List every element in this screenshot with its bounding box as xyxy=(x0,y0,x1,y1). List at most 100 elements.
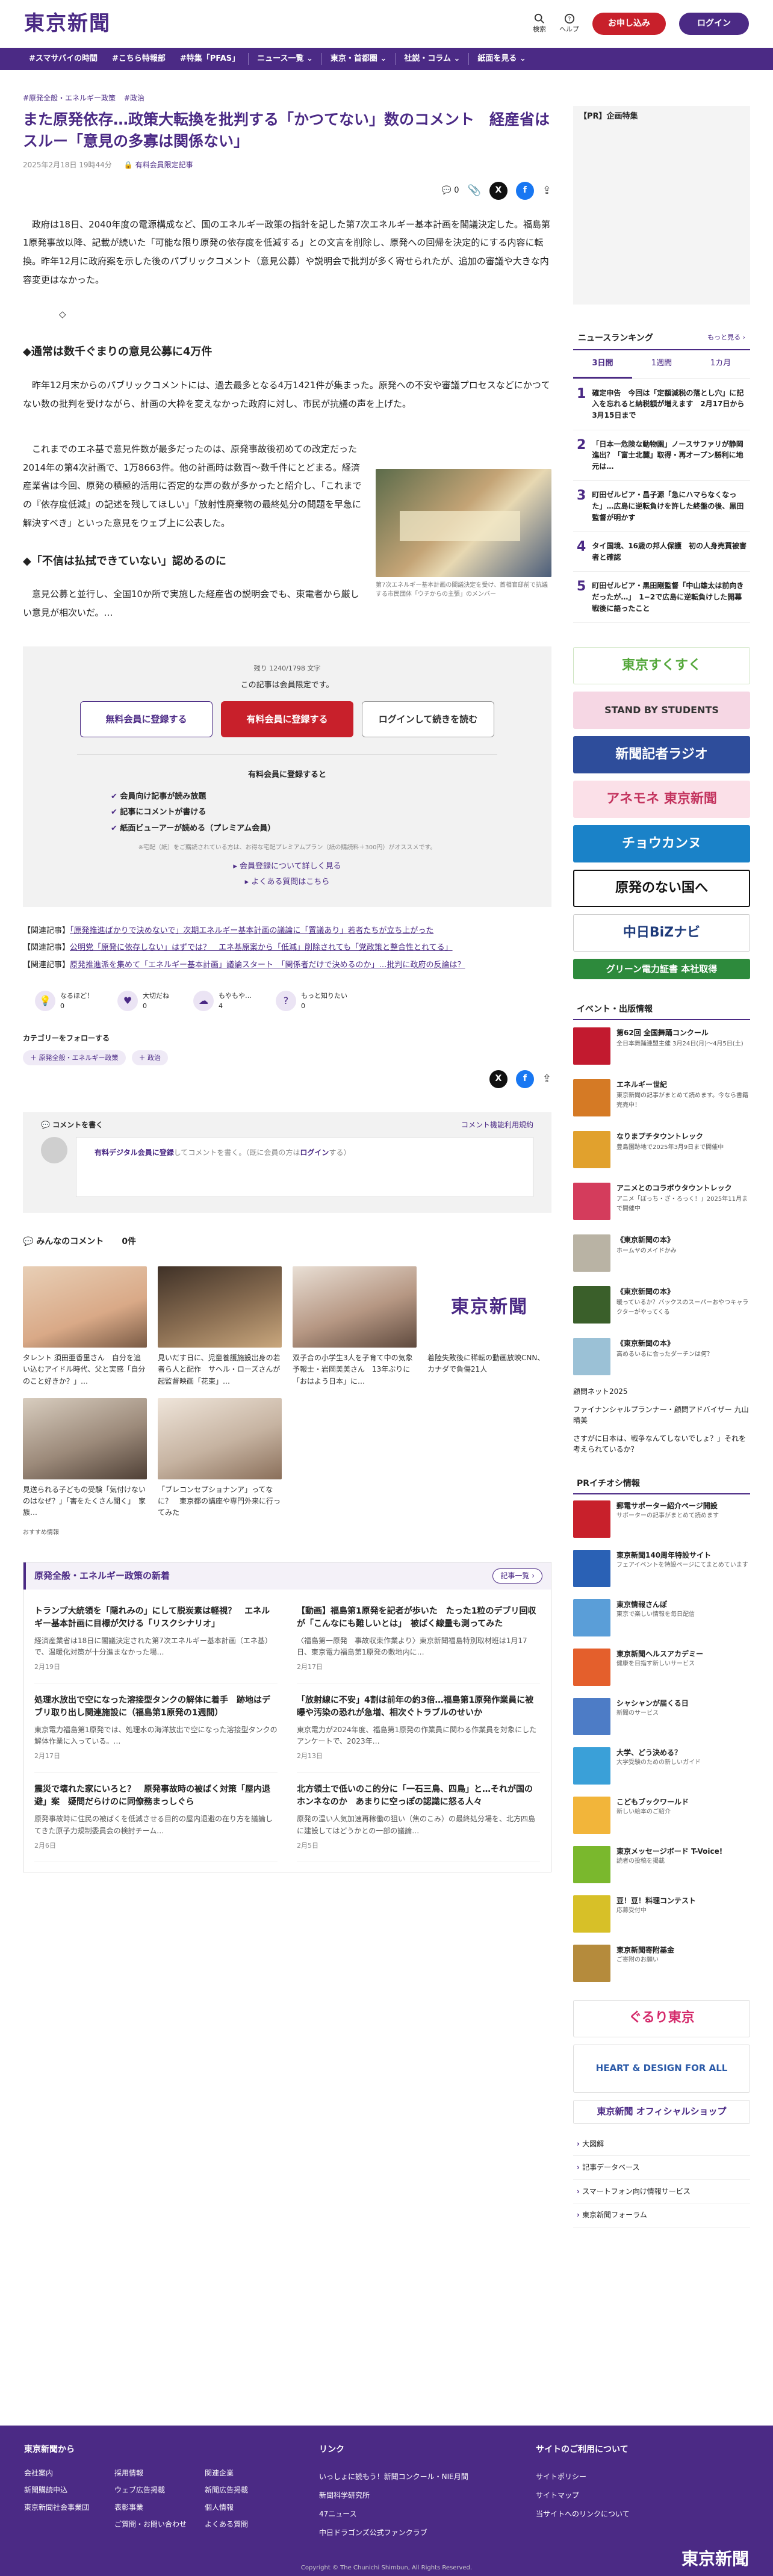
event-item[interactable]: アニメとのコラボウタウントレック アニメ「ぼっち・ざ・ろっく！」2025年11月ま… xyxy=(573,1175,750,1227)
footer-link[interactable]: いっしょに読もう！新聞コンクール・NIE月間 xyxy=(319,2468,500,2486)
comment-count[interactable]: 💬 0 xyxy=(442,185,459,197)
pr-item[interactable]: 東京新聞ヘルスアカデミー 健康を目指す新しいサービス xyxy=(573,1643,750,1692)
help-button[interactable]: ? ヘルプ xyxy=(559,13,579,34)
pr-item[interactable]: 大学、どう決める？ 大学受験のための新しいガイド xyxy=(573,1741,750,1791)
footer-link[interactable]: 中日ドラゴンズ公式ファンクラブ xyxy=(319,2524,500,2542)
membership-info-link[interactable]: ▸ 会員登録について詳しく見る xyxy=(77,861,497,873)
nav-item[interactable]: #特集「PFAS」 xyxy=(174,53,246,65)
share-icon[interactable]: ⇪ xyxy=(542,182,551,199)
reaction-taisetsu[interactable]: ♥ 大切だね 0 xyxy=(117,991,169,1012)
footer-link[interactable]: サイトポリシー xyxy=(536,2468,630,2486)
related-link[interactable]: 公明党「原発に依存しない」はずでは？ エネ基原案から「低減」削除されても「党政策… xyxy=(70,943,453,952)
series-item[interactable]: 「放射線に不安」4割は前年の約3倍…福島第1原発作業員に被曝や汚染の恐れが急増、… xyxy=(297,1683,540,1773)
tab-1month[interactable]: 1カ月 xyxy=(691,350,750,379)
related-link[interactable]: 原発推進派を集めて「エネルギー基本計画」議論スタート 「関係者だけで決めるのか」… xyxy=(70,961,465,970)
banner-anemone[interactable]: アネモネ 東京新聞 xyxy=(573,781,750,819)
faq-link[interactable]: ▸ よくある質問はこちら xyxy=(77,876,497,888)
comment-guide-link[interactable]: コメント機能利用規約 xyxy=(461,1119,533,1131)
recommend-card[interactable]: 「ブレコンセプショナンア」ってなに？ 東京都の講座や専門外来に行ってみた xyxy=(158,1398,282,1519)
event-item[interactable]: 《東京新聞の本》 高めるいるに合ったダーチンは何？ xyxy=(573,1331,750,1382)
footer-link[interactable]: 新聞科学研究所 xyxy=(319,2486,500,2505)
nav-item[interactable]: #スマサバイの時間 xyxy=(23,53,104,65)
site-logo[interactable]: 東京新聞 xyxy=(24,8,111,40)
share-icon[interactable]: ⇪ xyxy=(542,1071,551,1088)
search-button[interactable]: 検索 xyxy=(533,13,546,34)
login-continue-button[interactable]: ログインして続きを読む xyxy=(362,701,494,738)
tab-1week[interactable]: 1週間 xyxy=(632,350,691,379)
login-button[interactable]: ログイン xyxy=(679,12,749,36)
footer-link[interactable]: 新聞購読申込 xyxy=(24,2485,102,2496)
event-item[interactable]: エネルギー世紀 東京新聞の記事がまとめて読めます。今なら書籍完売中！ xyxy=(573,1072,750,1124)
banner-biznavi[interactable]: 中日BiZナビ xyxy=(573,914,750,952)
banner-students[interactable]: STAND BY STUDENTS xyxy=(573,692,750,729)
pr-item[interactable]: こどもブックワールド 新しい絵本のご紹介 xyxy=(573,1791,750,1840)
register-link[interactable]: 有料デジタル会員に登録 xyxy=(95,1148,174,1157)
article-photo[interactable] xyxy=(376,468,551,577)
recommend-card[interactable]: 東京新聞 着陸失敗後に稀転の動画放映CNN、カナダで負傷21人 xyxy=(427,1266,551,1387)
attach-icon[interactable]: 📎 xyxy=(467,182,480,199)
misc-link[interactable]: 顧問ネット2025 xyxy=(573,1382,750,1401)
footer-link[interactable]: 関連企業 xyxy=(205,2468,283,2479)
banner-radio[interactable]: 新聞記者ラジオ xyxy=(573,736,750,774)
x-share-icon[interactable]: X xyxy=(489,1070,508,1089)
footer-link[interactable]: 表彰事業 xyxy=(114,2502,193,2513)
facebook-share-icon[interactable]: f xyxy=(515,181,534,200)
series-item[interactable]: 北方領土で低いのこ的分に「一石三鳥、四鳥」と…それが国のホンネなのか あまりに空… xyxy=(297,1773,540,1862)
footer-link[interactable]: 新聞広告掲載 xyxy=(205,2485,283,2496)
sidebar-link[interactable]: スマートフォン向け情報サービス xyxy=(573,2180,750,2204)
pr-item[interactable]: 郵電サポーター紹介ページ開設 サポーターの記事がまとめて読めます xyxy=(573,1494,750,1544)
footer-link[interactable]: 会社案内 xyxy=(24,2468,102,2479)
series-item[interactable]: トランプ大統領を「隠れみの」にして脱炭素は軽視？ エネルギー基本計画に目標が欠け… xyxy=(34,1594,278,1683)
ranking-more-link[interactable]: もっと見る › xyxy=(707,332,745,345)
footer-link[interactable]: 東京新聞社会事業団 xyxy=(24,2502,102,2513)
banner-green-power[interactable]: グリーン電力証書 本社取得 xyxy=(573,959,750,980)
sidebar-link[interactable]: 大図解 xyxy=(573,2132,750,2156)
series-more-link[interactable]: 記事一覧 › xyxy=(492,1568,542,1584)
nav-item[interactable]: ニュース一覧 ⌄ xyxy=(251,53,319,65)
sidebar-link[interactable]: 東京新聞フォーラム xyxy=(573,2203,750,2228)
paid-signup-button[interactable]: 有料会員に登録する xyxy=(221,701,353,738)
event-item[interactable]: 《東京新聞の本》 暖っているか？バックスのスーパーおやつキャラクターがやってくる xyxy=(573,1279,750,1331)
follow-tag[interactable]: ＋ 政治 xyxy=(131,1050,168,1066)
recommend-card[interactable]: 見いだす日に、児童養護施設出身の若者ら人と配作 サヘル・ローズさんが起監督映画「… xyxy=(158,1266,282,1387)
banner-sukusuku[interactable]: 東京すくすく xyxy=(573,647,750,685)
footer-link[interactable]: 採用情報 xyxy=(114,2468,193,2479)
pr-item[interactable]: 豆！豆！料理コンテスト 応募受付中 xyxy=(573,1889,750,1939)
reaction-moyamoya[interactable]: ☁ もやもや… 4 xyxy=(193,991,252,1012)
sidebar-link[interactable]: 記事データベース xyxy=(573,2156,750,2180)
pr-item[interactable]: 東京新聞寄附基金 ご寄附のお願い xyxy=(573,1939,750,1988)
banner-shop[interactable]: 東京新聞 オフィシャルショップ xyxy=(573,2099,750,2124)
nav-item[interactable]: 社説・コラム ⌄ xyxy=(398,53,466,65)
ranking-item[interactable]: 5 町田ゼルビア・黒田剛監督「中山雄太は前向きだったが…」 1−2で広島に逆転負け… xyxy=(573,572,750,624)
misc-link[interactable]: さすがに日本は、戦争なんてしないでしょ？」それを考えられているか？ xyxy=(573,1429,750,1458)
ranking-item[interactable]: 3 町田ゼルビア・昌子源「急にハマらなくなった」…広島に逆転負けを許した終盤の後、… xyxy=(573,481,750,533)
nav-item[interactable]: 紙面を見る ⌄ xyxy=(471,53,532,65)
nav-item[interactable]: #こちら特報部 xyxy=(106,53,172,65)
pr-item[interactable]: 東京メッセージボード T-Voice! 読者の投稿を掲載 xyxy=(573,1840,750,1889)
category-link[interactable]: #政治 xyxy=(124,94,144,102)
ranking-item[interactable]: 1 確定申告 今回は「定額減税の落とし穴」に記入を忘れると納税額が増えます 2月1… xyxy=(573,379,750,430)
category-link[interactable]: #原発全般・エネルギー政策 xyxy=(23,94,116,102)
banner-chokanu[interactable]: チョウカンヌ xyxy=(573,825,750,863)
follow-tag[interactable]: ＋ 原発全般・エネルギー政策 xyxy=(23,1050,126,1066)
misc-link[interactable]: ファイナンシャルプランナー・顧問アドバイザー 九山晴美 xyxy=(573,1401,750,1429)
footer-link[interactable]: 47ニュース xyxy=(319,2505,500,2524)
event-item[interactable]: なりまプチタウントレック 豊島園跡地で2025年3月9日まで開催中 xyxy=(573,1124,750,1175)
nav-item[interactable]: 東京・首都圏 ⌄ xyxy=(324,53,393,65)
free-signup-button[interactable]: 無料会員に登録する xyxy=(80,701,213,738)
series-item[interactable]: 震災で壊れた家にいろと？ 原発事故時の被ばく対策「屋内退避」案 疑問だらけのに同… xyxy=(34,1773,278,1862)
footer-link[interactable]: 当サイトへのリンクについて xyxy=(536,2505,630,2524)
pr-item[interactable]: シャシャンが届くる日 新聞のサービス xyxy=(573,1692,750,1741)
signup-button[interactable]: お申し込み xyxy=(592,12,666,36)
recommend-card[interactable]: 見送られる子どもの受験「気付けないのはなぜ？」「害をたくさん聞く」 家族… xyxy=(23,1398,147,1519)
related-link[interactable]: 「原発推進ばかりで決めないで」次期エネルギー基本計画の議論に「置議あり」若者たち… xyxy=(70,926,433,935)
reaction-naruhodo[interactable]: 💡 なるほど！ 0 xyxy=(35,991,93,1012)
tab-3days[interactable]: 3日間 xyxy=(573,350,632,379)
ranking-item[interactable]: 2 「日本一危険な動物園」ノースサファリが静岡進出？「富士北麓」取得・再オープン勝… xyxy=(573,430,750,481)
event-item[interactable]: 第62回 全国舞踊コンクール 全日本舞踊連盟主催 3月24日(月)〜4月5日(土) xyxy=(573,1020,750,1072)
pr-item[interactable]: 東京情報さんぽ 東京で楽しい情報を毎日配信 xyxy=(573,1593,750,1643)
pr-item[interactable]: 東京新聞140周年特設サイト フェアイベントを特設ページにてまとめています xyxy=(573,1544,750,1593)
recommend-card[interactable]: 双子合の小学生3人を子育て中の気象予報士・岩岡美美さん 13年ぶりに「おはよう日… xyxy=(293,1266,417,1387)
login-link[interactable]: ログイン xyxy=(300,1148,329,1157)
banner-heart-design[interactable]: HEART & DESIGN FOR ALL xyxy=(573,2044,750,2093)
